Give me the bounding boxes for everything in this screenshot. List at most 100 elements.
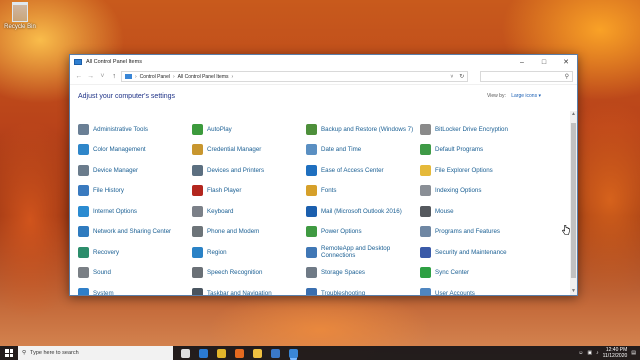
maximize-button[interactable]: □ bbox=[533, 55, 555, 69]
file-explorer-icon[interactable] bbox=[253, 348, 262, 358]
control-panel-item[interactable]: File Explorer Options bbox=[420, 160, 533, 181]
control-panel-item[interactable]: Flash Player bbox=[192, 181, 305, 202]
control-panel-item[interactable]: Storage Spaces bbox=[306, 263, 419, 284]
control-panel-item[interactable]: Indexing Options bbox=[420, 181, 533, 202]
recycle-bin-shortcut[interactable]: Recycle Bin bbox=[2, 2, 38, 30]
title-bar[interactable]: All Control Panel Items – □ ✕ bbox=[70, 55, 577, 69]
control-panel-item[interactable]: Sync Center bbox=[420, 263, 533, 284]
flash-player-icon bbox=[192, 185, 203, 197]
control-panel-item[interactable]: BitLocker Drive Encryption bbox=[420, 119, 533, 140]
control-panel-item[interactable]: Credential Manager bbox=[192, 140, 305, 161]
address-bar[interactable]: › Control Panel › All Control Panel Item… bbox=[121, 71, 469, 82]
scroll-down-icon[interactable]: ▼ bbox=[570, 288, 577, 295]
address-dropdown-icon[interactable]: ˅ bbox=[450, 74, 453, 80]
breadcrumb-separator-icon: › bbox=[135, 73, 137, 80]
page-heading: Adjust your computer's settings bbox=[78, 92, 176, 100]
notifications-icon[interactable]: ▤ bbox=[631, 350, 636, 356]
control-panel-item[interactable]: Internet Options bbox=[78, 201, 191, 222]
close-icon: ✕ bbox=[563, 59, 569, 66]
recent-locations-button[interactable]: ˅ bbox=[98, 73, 108, 80]
control-panel-item[interactable]: Network and Sharing Center bbox=[78, 222, 191, 243]
control-panel-item-label: Sound bbox=[93, 269, 111, 277]
control-panel-item[interactable]: AutoPlay bbox=[192, 119, 305, 140]
taskbar-search-box[interactable]: ⚲ Type here to search bbox=[18, 346, 173, 360]
view-by-dropdown[interactable]: Large icons ▾ bbox=[511, 93, 541, 99]
refresh-icon[interactable]: ↻ bbox=[459, 73, 464, 80]
task-view-icon[interactable] bbox=[181, 348, 190, 358]
control-panel-item-label: File History bbox=[93, 187, 124, 195]
vertical-scrollbar[interactable]: ▲ ▼ bbox=[570, 111, 577, 295]
control-panel-item-label: Keyboard bbox=[207, 207, 234, 215]
control-panel-item[interactable]: Taskbar and Navigation bbox=[192, 283, 305, 295]
volume-icon[interactable]: ♪ bbox=[596, 350, 599, 356]
troubleshooting-icon bbox=[306, 287, 317, 295]
taskbar-search-text: Type here to search bbox=[30, 350, 79, 356]
clock[interactable]: 12:40 PM 11/12/2020 bbox=[603, 347, 628, 359]
back-arrow-icon: ← bbox=[75, 73, 83, 80]
control-panel-item[interactable]: Devices and Printers bbox=[192, 160, 305, 181]
recycle-bin-icon bbox=[12, 2, 28, 22]
control-panel-item[interactable]: User Accounts bbox=[420, 283, 533, 295]
control-panel-item-label: Date and Time bbox=[321, 146, 362, 154]
control-panel-item[interactable]: RemoteApp and Desktop Connections bbox=[306, 242, 419, 263]
mail-icon bbox=[306, 205, 317, 217]
close-button[interactable]: ✕ bbox=[555, 55, 577, 69]
control-panel-item[interactable]: Security and Maintenance bbox=[420, 242, 533, 263]
control-panel-icon[interactable] bbox=[289, 348, 298, 358]
control-panel-item[interactable]: Sound bbox=[78, 263, 191, 284]
chrome-icon[interactable] bbox=[217, 348, 226, 358]
forward-arrow-icon: → bbox=[87, 73, 95, 80]
breadcrumb-all-items[interactable]: All Control Panel Items bbox=[178, 74, 229, 80]
clock-date: 11/12/2020 bbox=[602, 353, 628, 359]
control-panel-item-label: Network and Sharing Center bbox=[93, 228, 172, 236]
back-button[interactable]: ← bbox=[74, 73, 84, 80]
firefox-icon[interactable] bbox=[235, 348, 244, 358]
control-panel-item-label: Indexing Options bbox=[435, 187, 482, 195]
control-panel-item[interactable]: Ease of Access Center bbox=[306, 160, 419, 181]
control-panel-item-label: Region bbox=[207, 248, 227, 256]
control-panel-item-label: Administrative Tools bbox=[93, 125, 148, 133]
control-panel-item[interactable]: Device Manager bbox=[78, 160, 191, 181]
control-panel-item[interactable]: Region bbox=[192, 242, 305, 263]
network-icon[interactable]: ▣ bbox=[587, 350, 592, 356]
control-panel-item[interactable]: Phone and Modem bbox=[192, 222, 305, 243]
control-panel-item[interactable]: Mouse bbox=[420, 201, 533, 222]
people-icon[interactable]: ☺ bbox=[578, 350, 583, 356]
control-panel-item[interactable]: Color Management bbox=[78, 140, 191, 161]
control-panel-item[interactable]: System bbox=[78, 283, 191, 295]
minimize-button[interactable]: – bbox=[511, 55, 533, 69]
control-panel-item[interactable]: Troubleshooting bbox=[306, 283, 419, 295]
windows-logo-icon bbox=[5, 349, 13, 357]
network-sharing-icon bbox=[78, 226, 89, 238]
taskbar: ⚲ Type here to search ☺ ▣ ♪ 12:40 PM 11/… bbox=[0, 346, 640, 360]
control-panel-item[interactable]: Power Options bbox=[306, 222, 419, 243]
forward-button[interactable]: → bbox=[86, 73, 96, 80]
breadcrumb-control-panel[interactable]: Control Panel bbox=[140, 74, 170, 80]
control-panel-item[interactable]: Keyboard bbox=[192, 201, 305, 222]
control-panel-item[interactable]: Date and Time bbox=[306, 140, 419, 161]
scroll-up-icon[interactable]: ▲ bbox=[570, 111, 577, 118]
scrollbar-thumb[interactable] bbox=[571, 123, 576, 278]
system-tray: ☺ ▣ ♪ 12:40 PM 11/12/2020 ▤ bbox=[578, 347, 640, 359]
start-button[interactable] bbox=[0, 346, 18, 360]
control-panel-item-label: File Explorer Options bbox=[435, 166, 493, 174]
control-panel-item[interactable]: Backup and Restore (Windows 7) bbox=[306, 119, 419, 140]
file-explorer-options-icon bbox=[420, 164, 431, 176]
control-panel-item[interactable]: Speech Recognition bbox=[192, 263, 305, 284]
control-panel-item-label: Mail (Microsoft Outlook 2016) bbox=[321, 207, 402, 215]
control-panel-item[interactable]: Programs and Features bbox=[420, 222, 533, 243]
control-panel-item[interactable]: Fonts bbox=[306, 181, 419, 202]
control-panel-item[interactable]: File History bbox=[78, 181, 191, 202]
control-panel-items-area: Administrative Tools AutoPlay Backup and R… bbox=[70, 111, 577, 295]
control-panel-item-label: Devices and Printers bbox=[207, 166, 265, 174]
control-panel-item[interactable]: Recovery bbox=[78, 242, 191, 263]
store-icon[interactable] bbox=[271, 348, 280, 358]
mouse-icon bbox=[420, 205, 431, 217]
control-panel-item[interactable]: Mail (Microsoft Outlook 2016) bbox=[306, 201, 419, 222]
search-control-panel-input[interactable]: ⚲ bbox=[480, 71, 573, 82]
chevron-down-icon: ˅ bbox=[100, 73, 105, 80]
edge-icon[interactable] bbox=[199, 348, 208, 358]
up-button[interactable]: ↑ bbox=[109, 73, 119, 80]
control-panel-item[interactable]: Administrative Tools bbox=[78, 119, 191, 140]
control-panel-item[interactable]: Default Programs bbox=[420, 140, 533, 161]
